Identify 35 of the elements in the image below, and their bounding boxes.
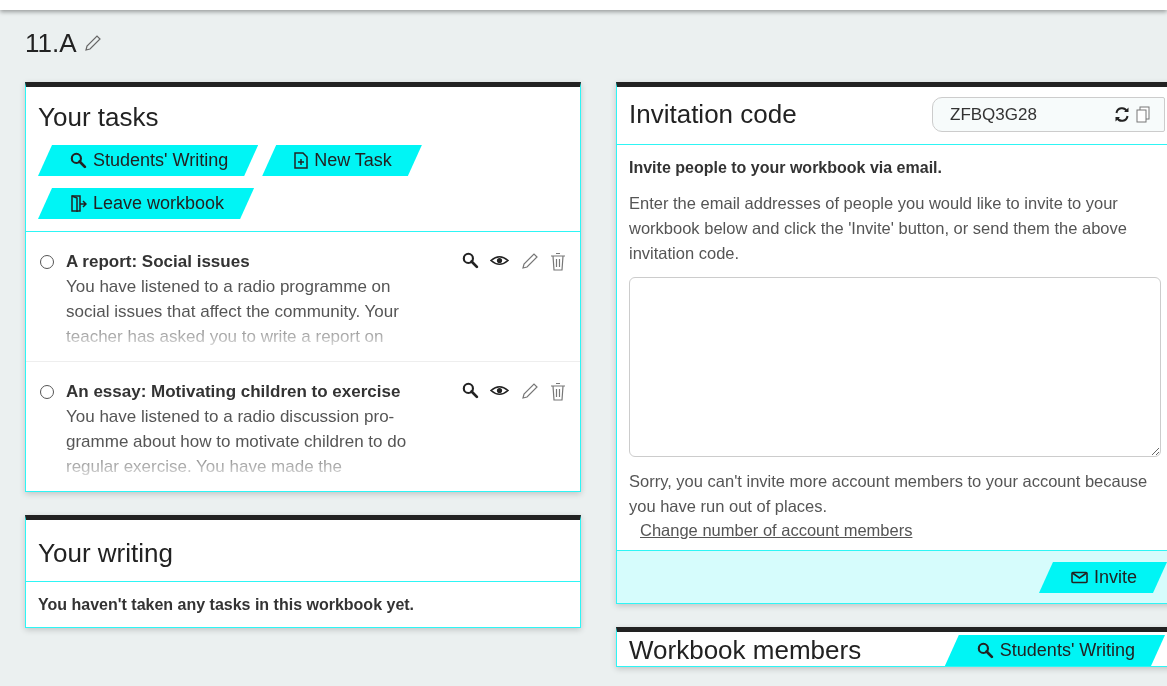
change-members-link[interactable]: Change number of account members: [640, 521, 913, 540]
invite-heading: Invite people to your workbook via email.: [629, 159, 943, 177]
action-button[interactable]: Students' Writing: [38, 145, 259, 176]
trash-icon[interactable]: [550, 252, 566, 271]
search-icon: [976, 642, 994, 659]
new-document-icon: [294, 152, 309, 169]
task-description: You have listened to a radio programme on social issues that affect the community. Your teacher has asked you to write a report on: [66, 276, 400, 348]
search-icon: [70, 152, 87, 169]
task-title[interactable]: A report: Social issues: [66, 252, 428, 272]
workbook-title: 11.A: [25, 28, 77, 59]
notice-text: Sorry, you can't invite more account members to your account because you have run out of places.: [629, 471, 1149, 517]
panel-title: Invitation code: [629, 99, 797, 130]
empty-message: You haven't taken any tasks in this workbook yet.: [37, 595, 416, 615]
invite-button[interactable]: Invite: [1038, 562, 1167, 593]
action-button[interactable]: Leave workbook: [38, 188, 255, 219]
pencil-icon[interactable]: [520, 382, 539, 401]
panel-title: Your writing: [38, 538, 174, 569]
task-description: You have listened to a radio discussion pro-gramme about how to motivate children to do regular exercise. You have made the: [66, 406, 408, 478]
task-title[interactable]: An essay: Motivating children to exercise: [66, 382, 428, 402]
copy-icon[interactable]: [1136, 106, 1150, 123]
panel-title: Your tasks: [38, 102, 160, 133]
envelope-icon: [1070, 571, 1088, 584]
trash-icon[interactable]: [550, 382, 566, 401]
pencil-icon[interactable]: [520, 252, 539, 271]
invitation-code-field[interactable]: ZFBQ3G28: [932, 97, 1165, 132]
action-button[interactable]: New Task: [262, 145, 422, 176]
search-icon[interactable]: [462, 382, 479, 399]
panel-title: Workbook members: [629, 635, 862, 666]
search-icon[interactable]: [462, 252, 479, 269]
pencil-icon[interactable]: [82, 34, 102, 53]
refresh-icon[interactable]: [1114, 107, 1130, 122]
exit-door-icon: [70, 195, 87, 212]
action-button[interactable]: Students' Writing: [944, 635, 1165, 666]
instructions-text: Enter the email addresses of people you would like to invite to your workbook below and click the 'Invite' button, or send them the above invitation code.: [629, 193, 1128, 264]
email-input-field[interactable]: [629, 277, 1161, 457]
